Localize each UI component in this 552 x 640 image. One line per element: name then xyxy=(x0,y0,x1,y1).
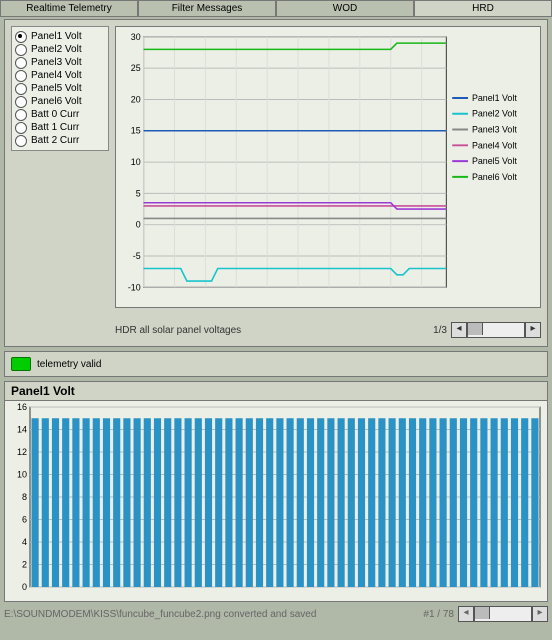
chart1-page: 1/3 xyxy=(433,325,447,336)
status-text: E:\SOUNDMODEM\KISS\funcube_funcube2.png … xyxy=(4,609,316,620)
tab-wod[interactable]: WOD xyxy=(276,0,414,17)
svg-text:16: 16 xyxy=(17,402,27,412)
series-selector: Panel1 VoltPanel2 VoltPanel3 VoltPanel4 … xyxy=(11,26,109,151)
chart1-caption: HDR all solar panel voltages xyxy=(115,325,241,336)
svg-text:Panel2 Volt: Panel2 Volt xyxy=(472,109,517,119)
svg-text:12: 12 xyxy=(17,447,27,457)
svg-text:10: 10 xyxy=(17,470,27,480)
status-scroll[interactable] xyxy=(474,606,532,622)
radio-dot-icon xyxy=(15,57,27,69)
radio-dot-icon xyxy=(15,44,27,56)
chart1-footer: HDR all solar panel voltages 1/3 ◂ ▸ xyxy=(115,318,541,342)
svg-text:-5: -5 xyxy=(133,251,141,261)
prev-button[interactable]: ◂ xyxy=(451,322,467,338)
tab-bar: Realtime Telemetry Filter Messages WOD H… xyxy=(0,0,552,17)
radio-dot-icon xyxy=(15,109,27,121)
status-page: #1 / 78 xyxy=(423,609,454,620)
radio-dot-icon xyxy=(15,122,27,134)
radio-dot-icon xyxy=(15,70,27,82)
svg-text:Panel4 Volt: Panel4 Volt xyxy=(472,140,517,150)
radio-dot-icon xyxy=(15,135,27,147)
radio-dot-icon xyxy=(15,31,27,43)
svg-text:25: 25 xyxy=(131,63,141,73)
svg-text:8: 8 xyxy=(22,492,27,502)
chart-panel-1: Panel1 VoltPanel2 VoltPanel3 VoltPanel4 … xyxy=(4,19,548,347)
radio-dot-icon xyxy=(15,96,27,108)
svg-text:Panel1 Volt: Panel1 Volt xyxy=(472,93,517,103)
line-chart: -10 -5 0 5 10 15 20 25 30 Panel1 Volt Panel2 Volt P… xyxy=(115,26,541,308)
radio-panel4-volt[interactable]: Panel4 Volt xyxy=(15,69,105,82)
svg-text:15: 15 xyxy=(131,126,141,136)
bar-chart: 0 2 4 6 8 10 12 14 16 xyxy=(4,400,548,602)
svg-text:Panel3 Volt: Panel3 Volt xyxy=(472,124,517,134)
tab-realtime[interactable]: Realtime Telemetry xyxy=(0,0,138,17)
status-next-button[interactable]: ▸ xyxy=(532,606,548,622)
tab-filter[interactable]: Filter Messages xyxy=(138,0,276,17)
svg-text:0: 0 xyxy=(136,220,141,230)
radio-panel3-volt[interactable]: Panel3 Volt xyxy=(15,56,105,69)
telemetry-status: telemetry valid xyxy=(4,351,548,377)
tab-hrd[interactable]: HRD xyxy=(414,0,552,17)
svg-text:2: 2 xyxy=(22,560,27,570)
svg-text:-10: -10 xyxy=(128,282,141,292)
bar-chart-title: Panel1 Volt xyxy=(4,381,548,400)
status-prev-button[interactable]: ◂ xyxy=(458,606,474,622)
telemetry-lamp-icon xyxy=(11,357,31,371)
svg-text:6: 6 xyxy=(22,515,27,525)
svg-text:10: 10 xyxy=(131,157,141,167)
svg-text:30: 30 xyxy=(131,32,141,42)
radio-batt-1-curr[interactable]: Batt 1 Curr xyxy=(15,121,105,134)
radio-batt-0-curr[interactable]: Batt 0 Curr xyxy=(15,108,105,121)
svg-text:14: 14 xyxy=(17,425,27,435)
radio-panel1-volt[interactable]: Panel1 Volt xyxy=(15,30,105,43)
telemetry-label: telemetry valid xyxy=(37,359,101,370)
radio-panel2-volt[interactable]: Panel2 Volt xyxy=(15,43,105,56)
status-bar: E:\SOUNDMODEM\KISS\funcube_funcube2.png … xyxy=(4,606,548,622)
svg-text:Panel6 Volt: Panel6 Volt xyxy=(472,172,517,182)
radio-panel6-volt[interactable]: Panel6 Volt xyxy=(15,95,105,108)
chart1-scroll[interactable] xyxy=(467,322,525,338)
svg-text:4: 4 xyxy=(22,537,27,547)
radio-dot-icon xyxy=(15,83,27,95)
radio-batt-2-curr[interactable]: Batt 2 Curr xyxy=(15,134,105,147)
radio-panel5-volt[interactable]: Panel5 Volt xyxy=(15,82,105,95)
svg-text:Panel5 Volt: Panel5 Volt xyxy=(472,156,517,166)
svg-text:5: 5 xyxy=(136,188,141,198)
next-button[interactable]: ▸ xyxy=(525,322,541,338)
svg-text:0: 0 xyxy=(22,582,27,592)
svg-text:20: 20 xyxy=(131,94,141,104)
